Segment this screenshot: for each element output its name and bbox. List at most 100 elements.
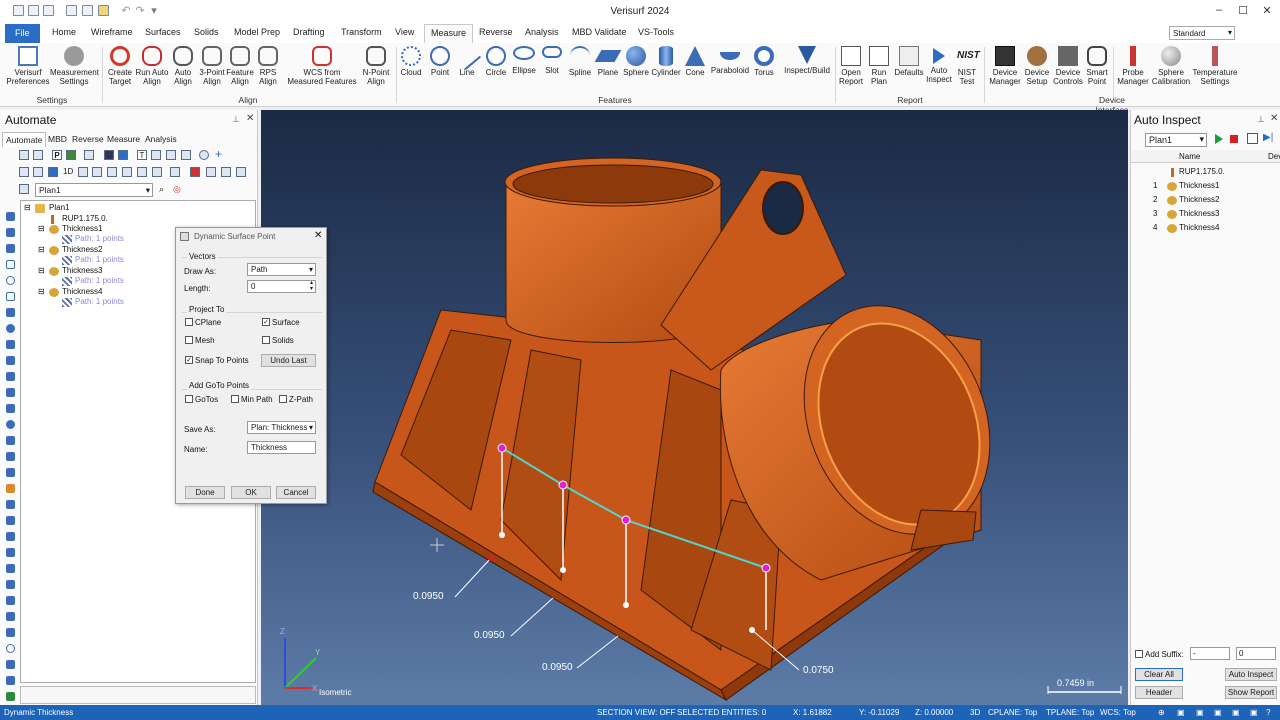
wcs-from-measured-features-button[interactable]: WCS from Measured Features bbox=[286, 46, 358, 86]
tool-icon[interactable] bbox=[6, 276, 15, 285]
slot-button[interactable]: Slot bbox=[540, 46, 564, 75]
tool-icon[interactable] bbox=[6, 500, 15, 509]
tree-node-path[interactable]: Path: 1 points bbox=[75, 297, 124, 306]
path-point[interactable] bbox=[761, 563, 771, 573]
measurement-settings-button[interactable]: Measurement Settings bbox=[50, 46, 99, 86]
run-plan-button[interactable]: Run Plan bbox=[866, 46, 892, 86]
column-dev[interactable]: Dev bbox=[1268, 152, 1280, 161]
tool-icon[interactable] bbox=[6, 356, 15, 365]
sphere-button[interactable]: Sphere bbox=[622, 46, 650, 77]
subtab-analysis[interactable]: Analysis bbox=[145, 134, 177, 144]
tool-icon[interactable] bbox=[6, 420, 15, 429]
z-path-checkbox[interactable] bbox=[279, 395, 287, 403]
tree-node-plan[interactable]: Plan1 bbox=[49, 203, 69, 212]
close-icon[interactable]: ✕ bbox=[1270, 113, 1278, 124]
inspect-build-button[interactable]: Inspect/Build bbox=[783, 46, 831, 75]
mesh-checkbox[interactable] bbox=[185, 336, 193, 344]
path-point[interactable] bbox=[558, 480, 568, 490]
tool-icon[interactable] bbox=[6, 676, 15, 685]
tool-icon[interactable] bbox=[6, 468, 15, 477]
thermometer-icon[interactable] bbox=[190, 167, 200, 177]
tool-icon[interactable] bbox=[6, 244, 15, 253]
tool-icon[interactable] bbox=[6, 516, 15, 525]
column-name[interactable]: Name bbox=[1179, 152, 1200, 161]
toolbar-icon[interactable] bbox=[199, 150, 209, 160]
globe-icon[interactable]: ⊕ bbox=[1158, 708, 1165, 717]
tool-icon[interactable] bbox=[6, 308, 15, 317]
standard-combo[interactable]: Standard ▾ bbox=[1169, 26, 1235, 40]
device-manager-button[interactable]: Device Manager bbox=[986, 46, 1024, 86]
gotos-checkbox[interactable] bbox=[185, 395, 193, 403]
subtab-reverse[interactable]: Reverse bbox=[72, 134, 104, 144]
cancel-button[interactable]: Cancel bbox=[276, 486, 316, 499]
tool-icon[interactable] bbox=[6, 212, 15, 221]
solids-checkbox[interactable] bbox=[262, 336, 270, 344]
help-icon[interactable]: ? bbox=[1266, 708, 1270, 717]
tool-icon[interactable] bbox=[6, 292, 15, 301]
smart-point-button[interactable]: Smart Point bbox=[1084, 46, 1110, 86]
plan-combo[interactable]: Plan1 ▾ bbox=[1145, 133, 1207, 147]
tool-icon[interactable] bbox=[6, 404, 15, 413]
tool-icon[interactable] bbox=[6, 612, 15, 621]
length-field[interactable]: 0 ▴ ▾ bbox=[247, 280, 316, 293]
tool-icon[interactable] bbox=[6, 372, 15, 381]
toolbar-icon[interactable] bbox=[78, 167, 88, 177]
done-button[interactable]: Done bbox=[185, 486, 225, 499]
tab-solids[interactable]: Solids bbox=[194, 27, 219, 37]
list-item[interactable]: Thickness4 bbox=[1179, 223, 1219, 232]
target-icon[interactable]: ◎ bbox=[173, 184, 181, 195]
tab-wireframe[interactable]: Wireframe bbox=[91, 27, 133, 37]
auto-inspect-button[interactable]: Auto Inspect bbox=[925, 46, 953, 84]
feature-align-button[interactable]: Feature Align bbox=[225, 46, 255, 86]
tree-node-rup[interactable]: RUP1.175.0. bbox=[62, 214, 108, 223]
paraboloid-button[interactable]: Paraboloid bbox=[709, 46, 751, 75]
list-item[interactable]: Thickness3 bbox=[1179, 209, 1219, 218]
status-cplane[interactable]: CPLANE: Top bbox=[988, 708, 1037, 717]
tool-icon[interactable] bbox=[6, 628, 15, 637]
tool-icon[interactable] bbox=[6, 644, 15, 653]
ellipse-button[interactable]: Ellipse bbox=[510, 46, 538, 75]
path-point[interactable] bbox=[621, 515, 631, 525]
text-icon[interactable]: T bbox=[137, 150, 147, 160]
add-icon[interactable]: + bbox=[215, 147, 222, 161]
next-icon[interactable]: ▶| bbox=[1263, 132, 1273, 143]
graphics-viewport[interactable]: 0.0950 0.0950 0.0950 0.0750 0.7459 in Is… bbox=[261, 110, 1128, 706]
tree-expander[interactable]: ⊟ bbox=[38, 287, 45, 296]
status-selected[interactable]: SELECTED ENTITIES: 0 bbox=[677, 708, 766, 717]
defaults-button[interactable]: Defaults bbox=[893, 46, 925, 77]
point-button[interactable]: Point bbox=[427, 46, 453, 77]
maximize-icon[interactable]: ☐ bbox=[1236, 4, 1250, 18]
draw-as-select[interactable]: Path ▾ bbox=[247, 263, 316, 276]
tool-icon[interactable] bbox=[6, 452, 15, 461]
toolbar-icon[interactable] bbox=[104, 150, 114, 160]
display-icon[interactable]: ▣ bbox=[1214, 708, 1222, 717]
list-item[interactable]: RUP1.175.0. bbox=[1179, 167, 1225, 176]
toolbar-icon[interactable] bbox=[122, 167, 132, 177]
display-icon[interactable]: ▣ bbox=[1250, 708, 1258, 717]
run-icon[interactable] bbox=[118, 150, 128, 160]
settings-icon[interactable] bbox=[1247, 133, 1258, 144]
toolbar-icon[interactable] bbox=[33, 150, 43, 160]
tree-expander[interactable]: ⊟ bbox=[38, 245, 45, 254]
toolbar-icon[interactable] bbox=[152, 167, 162, 177]
tree-node-thickness[interactable]: Thickness3 bbox=[62, 266, 102, 275]
tree-node-thickness[interactable]: Thickness4 bbox=[62, 287, 102, 296]
close-icon[interactable]: ✕ bbox=[1260, 4, 1274, 18]
subtab-mbd[interactable]: MBD bbox=[48, 134, 67, 144]
play-icon[interactable] bbox=[1215, 134, 1223, 144]
verisurf-preferences-button[interactable]: Verisurf Preferences bbox=[6, 46, 50, 86]
spline-button[interactable]: Spline bbox=[566, 46, 594, 77]
tab-transform[interactable]: Transform bbox=[341, 27, 382, 37]
toolbar-icon[interactable] bbox=[33, 167, 43, 177]
toolbar-icon[interactable] bbox=[137, 167, 147, 177]
surface-checkbox[interactable]: ✓ bbox=[262, 318, 270, 326]
sphere-calibration-button[interactable]: Sphere Calibration bbox=[1150, 46, 1192, 86]
status-dim[interactable]: 3D bbox=[970, 708, 980, 717]
create-target-button[interactable]: Create Target bbox=[104, 46, 136, 86]
tab-drafting[interactable]: Drafting bbox=[293, 27, 325, 37]
toolbar-icon[interactable] bbox=[236, 167, 246, 177]
auto-align-button[interactable]: Auto Align bbox=[169, 46, 197, 86]
hatch-icon[interactable] bbox=[181, 150, 191, 160]
hatch-icon[interactable] bbox=[166, 150, 176, 160]
tree-node-path[interactable]: Path: 1 points bbox=[75, 234, 124, 243]
